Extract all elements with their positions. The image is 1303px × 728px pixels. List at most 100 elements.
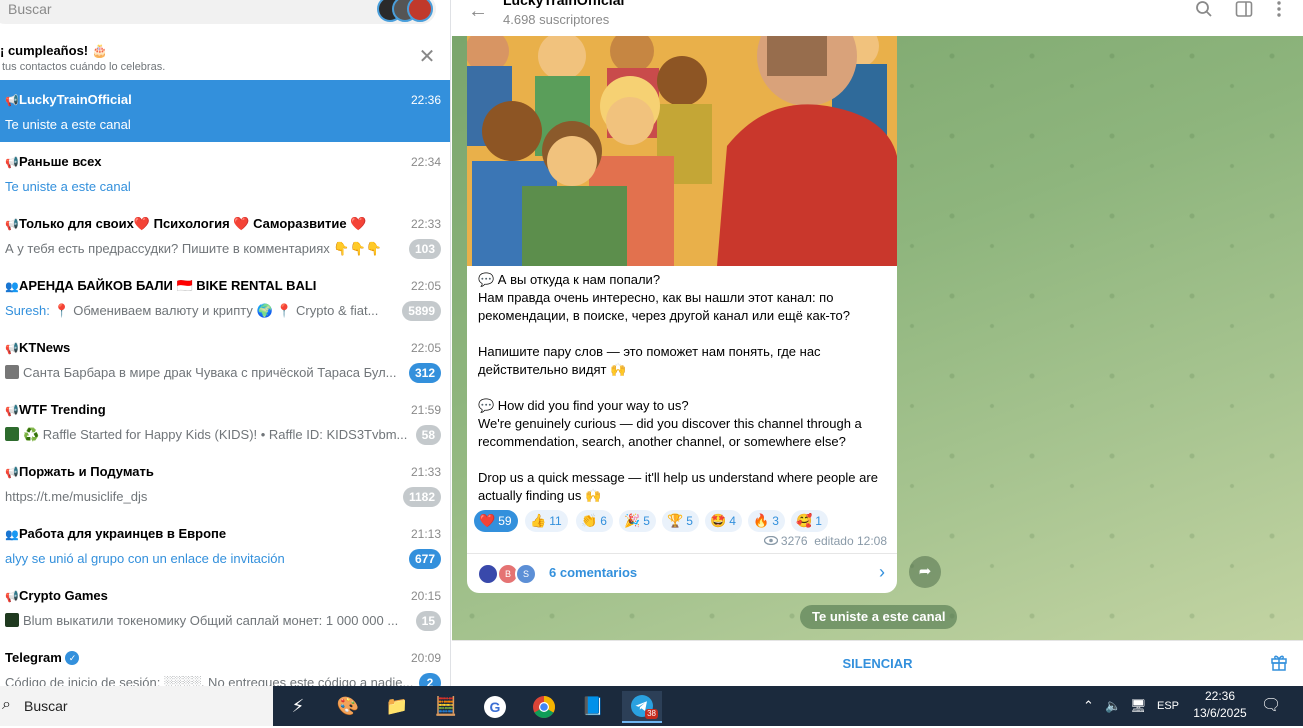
- chat-name: Crypto Games: [19, 588, 108, 603]
- chat-name: Работа для украинцев в Европе: [19, 526, 227, 541]
- network-icon[interactable]: 🖥: [1130, 686, 1147, 726]
- chat-area: 💬 А вы откуда к нам попали? Нам правда о…: [452, 36, 1303, 640]
- reaction-emoji: 🏆: [667, 513, 684, 528]
- chat-item[interactable]: 📢LuckyTrainOfficial 22:36 Te uniste a es…: [0, 80, 450, 142]
- chat-item[interactable]: 📢Crypto Games 20:15 Blum выкатили токено…: [0, 576, 450, 638]
- chat-item[interactable]: 📢KTNews 22:05 Санта Барбара в мире драк …: [0, 328, 450, 390]
- chat-list: 📢LuckyTrainOfficial 22:36 Te uniste a es…: [0, 80, 450, 686]
- chrome-icon[interactable]: [524, 691, 564, 723]
- story-avatar[interactable]: [407, 0, 433, 22]
- post-meta: 3276 editado 12:08: [763, 534, 887, 548]
- chat-preview-text: Blum выкатили токеномику Общий саплай мо…: [23, 613, 399, 628]
- more-vertical-icon[interactable]: [1269, 0, 1289, 20]
- close-icon[interactable]: ✕: [417, 47, 437, 67]
- birthday-subtitle: tus contactos cuándo lo celebras.: [2, 61, 166, 73]
- chat-item[interactable]: 📢Только для своих❤️ Психология ❤️ Самора…: [0, 204, 450, 266]
- sidebar-toggle-icon[interactable]: [1234, 0, 1254, 20]
- group-icon: 👥: [5, 281, 19, 293]
- channel-post: 💬 А вы откуда к нам попали? Нам правда о…: [467, 36, 897, 593]
- chat-name: Поржать и Подумать: [19, 464, 154, 479]
- chat-item[interactable]: Telegram ✓ 20:09 Código de inicio de ses…: [0, 638, 450, 686]
- search-input[interactable]: Buscar: [0, 0, 436, 24]
- chat-time: 22:36: [410, 93, 441, 107]
- app-icon-g[interactable]: G: [475, 691, 515, 723]
- stories-avatars[interactable]: [377, 0, 433, 22]
- chat-name: Раньше всех: [19, 154, 102, 169]
- chat-preview: А у тебя есть предрассудки? Пишите в ком…: [5, 241, 382, 256]
- commenter-avatar: S: [515, 563, 537, 585]
- reaction-fire[interactable]: 🔥 3: [748, 510, 785, 532]
- chevron-right-icon: ›: [879, 562, 885, 582]
- chevron-up-icon[interactable]: ⌃: [1083, 686, 1094, 726]
- telegram-icon[interactable]: 38: [622, 691, 662, 723]
- system-clock[interactable]: 22:36 13/6/2025: [1185, 688, 1255, 722]
- post-image[interactable]: [467, 36, 897, 266]
- reaction-emoji: 🤩: [710, 513, 727, 528]
- composer-bar: SILENCIAR: [452, 640, 1303, 686]
- channel-title[interactable]: LuckyTrainOfficial: [503, 0, 624, 8]
- reaction-smiling-hearts[interactable]: 🥰 1: [791, 510, 828, 532]
- reaction-emoji: 🎉: [624, 513, 641, 528]
- gift-icon[interactable]: [1269, 653, 1289, 673]
- unread-badge: 1182: [402, 487, 441, 507]
- commenter-avatar: [477, 563, 499, 585]
- reaction-party[interactable]: 🎉 5: [619, 510, 656, 532]
- reaction-clap[interactable]: 👏 6: [576, 510, 613, 532]
- reaction-emoji: 🔥: [753, 513, 770, 528]
- comments-button[interactable]: B S 6 comentarios ›: [467, 554, 897, 593]
- chat-name: Telegram: [5, 650, 62, 665]
- language-indicator[interactable]: ESP: [1157, 686, 1179, 726]
- unread-badge: 58: [415, 425, 441, 445]
- chat-time: 22:33: [410, 217, 441, 231]
- subscriber-count: 4.698 suscriptores: [503, 12, 610, 27]
- chat-item[interactable]: 👥Работа для украинцев в Европе 21:13 aly…: [0, 514, 450, 576]
- app-icon-winamp[interactable]: ⚡: [278, 691, 318, 723]
- media-thumbnail: [5, 613, 19, 627]
- back-arrow-icon[interactable]: ←: [468, 0, 488, 23]
- channel-icon: 📢: [5, 95, 19, 107]
- telegram-window: Buscar ¡ cumpleaños! 🎂 tus contactos cuá…: [0, 0, 1303, 686]
- reaction-thumbs-up[interactable]: 👍 11: [525, 510, 568, 532]
- clock-time: 22:36: [1204, 689, 1236, 703]
- volume-icon[interactable]: 🔈: [1105, 686, 1121, 726]
- reaction-emoji: 👏: [581, 513, 598, 528]
- reaction-star-eyes[interactable]: 🤩 4: [705, 510, 742, 532]
- app-icon-paint[interactable]: 🎨: [328, 691, 368, 723]
- chat-preview: Código de inicio de sesión: ░░░░. No ent…: [5, 675, 414, 686]
- chat-item[interactable]: 📢WTF Trending 21:59 ♻️ Raffle Started fo…: [0, 390, 450, 452]
- unread-badge: 2: [419, 673, 441, 686]
- chat-preview: Te uniste a este canal: [5, 179, 131, 194]
- notepad-icon[interactable]: 📘: [573, 691, 613, 723]
- mute-button[interactable]: SILENCIAR: [452, 656, 1303, 671]
- reaction-count: 6: [600, 514, 607, 528]
- birthday-banner[interactable]: ¡ cumpleaños! 🎂 tus contactos cuándo lo …: [0, 36, 450, 80]
- chat-item[interactable]: 📢Раньше всех 22:34 Te uniste a este cana…: [0, 142, 450, 204]
- chat-item[interactable]: 📢Поржать и Подумать 21:33 https://t.me/m…: [0, 452, 450, 514]
- search-icon[interactable]: [1194, 0, 1214, 20]
- calculator-icon[interactable]: 🧮: [426, 691, 466, 723]
- chat-sidebar: Buscar ¡ cumpleaños! 🎂 tus contactos cuá…: [0, 0, 451, 686]
- chat-time: 21:59: [410, 403, 441, 417]
- search-row: Buscar: [0, 0, 450, 30]
- taskbar-search[interactable]: ⌕ Buscar: [0, 686, 273, 726]
- channel-icon: 📢: [5, 343, 19, 355]
- reaction-count: 4: [729, 514, 736, 528]
- unread-badge: 5899: [402, 301, 441, 321]
- share-icon[interactable]: ➦: [909, 556, 941, 588]
- search-icon: ⌕: [2, 696, 11, 713]
- folder-icon[interactable]: 📁: [377, 691, 417, 723]
- notification-center-icon[interactable]: 🗨: [1261, 686, 1281, 726]
- unread-badge: 677: [408, 549, 441, 569]
- unread-badge: 15: [415, 611, 441, 631]
- reaction-heart[interactable]: ❤️ 59: [474, 510, 518, 532]
- chat-preview: Te uniste a este canal: [5, 117, 131, 132]
- reaction-count: 11: [549, 514, 562, 528]
- svg-text:G: G: [490, 699, 501, 715]
- channel-icon: 📢: [5, 405, 19, 417]
- taskbar-search-placeholder: Buscar: [24, 698, 68, 714]
- chat-time: 22:05: [410, 279, 441, 293]
- chat-time: 20:09: [410, 651, 441, 665]
- chat-item[interactable]: 👥АРЕНДА БАЙКОВ БАЛИ 🇮🇩 BIKE RENTAL BALI …: [0, 266, 450, 328]
- reaction-trophy[interactable]: 🏆 5: [662, 510, 699, 532]
- chat-preview-text: Санта Барбара в мире драк Чувака с причё…: [23, 365, 397, 380]
